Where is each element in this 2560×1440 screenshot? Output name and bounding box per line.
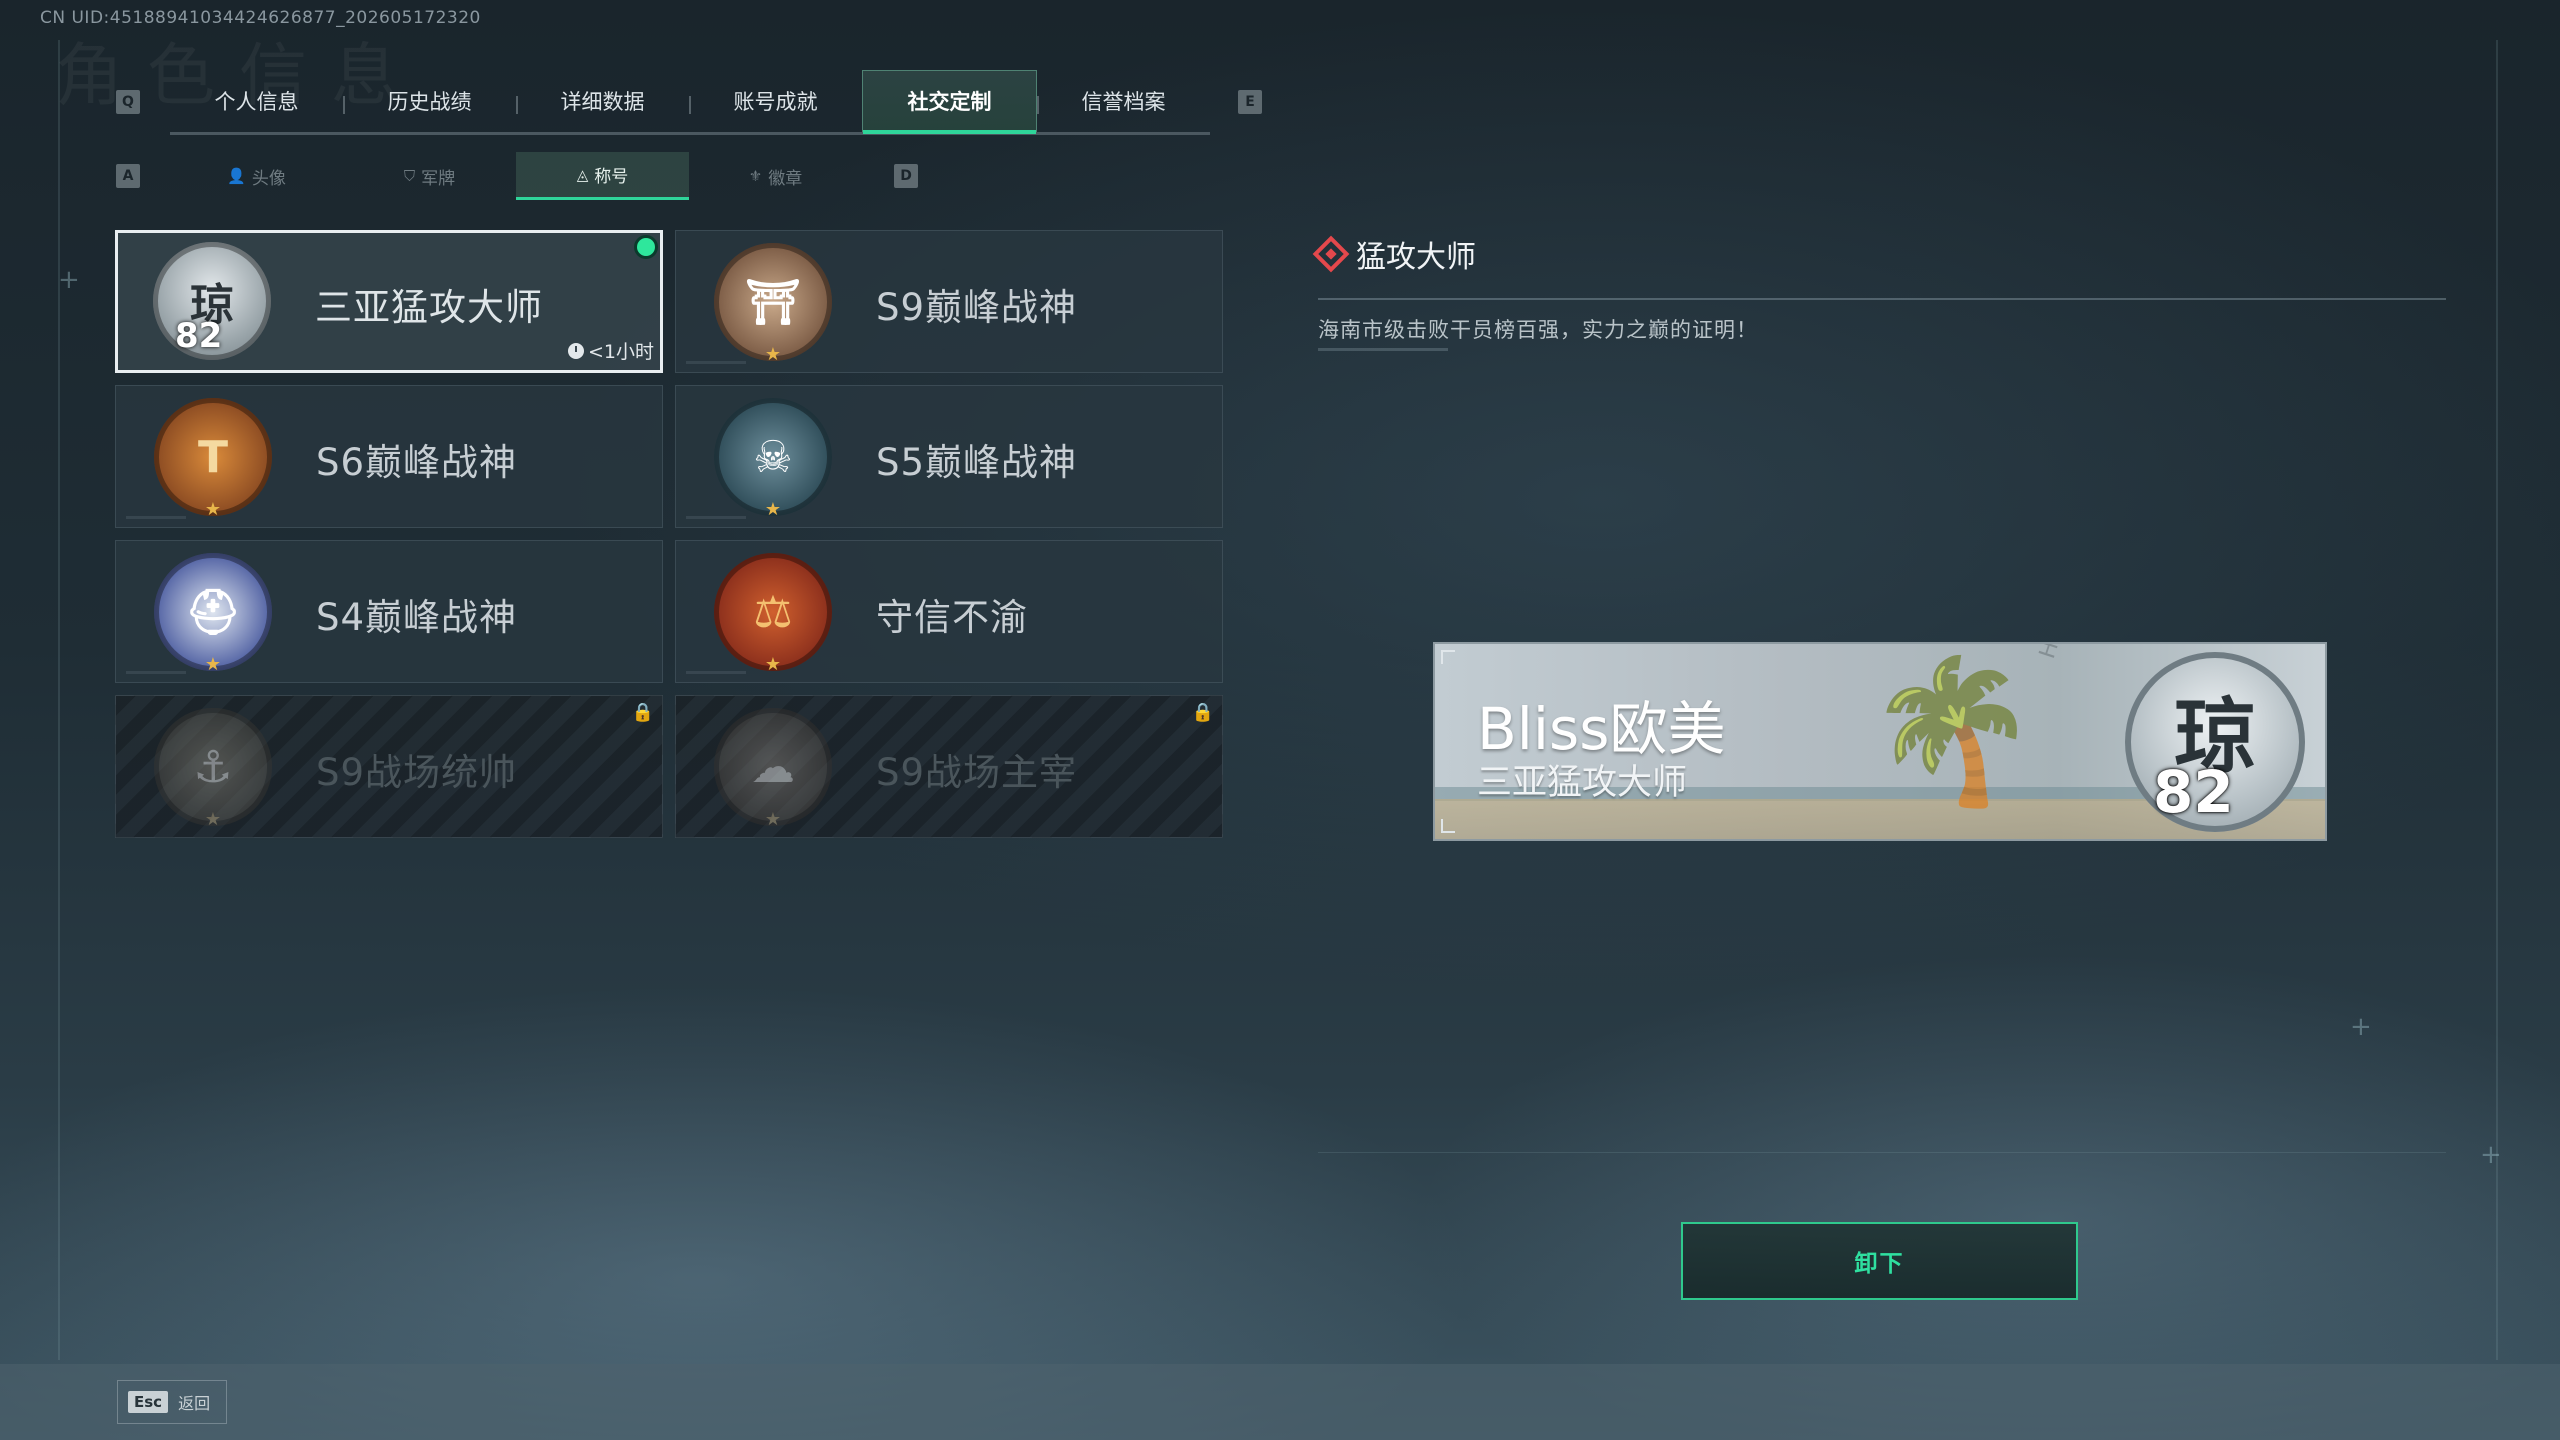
battleship-emblem-icon: ⚓ ★ <box>154 708 272 830</box>
divider <box>1318 298 2446 300</box>
subtab-badge[interactable]: ⚜ 徽章 <box>689 152 862 200</box>
title-card-s9-commander[interactable]: ⚓ ★ S9战场统帅 🔒 <box>115 695 663 838</box>
title-card-s5-peak[interactable]: ☠ ★ S5巅峰战神 <box>675 385 1223 528</box>
title-name: S4巅峰战神 <box>316 596 518 639</box>
hainan-emblem-icon: 琼 82 <box>2125 652 2305 832</box>
card-decoration <box>686 361 746 364</box>
plus-icon: + <box>2350 1012 2372 1042</box>
helmet-emblem-icon: ⛑ ★ <box>154 553 272 675</box>
title-name: S6巅峰战神 <box>316 441 518 484</box>
subtab-avatar[interactable]: 👤 头像 <box>170 152 343 200</box>
card-decoration <box>126 516 186 519</box>
detail-heading: 猛攻大师 <box>1312 232 1476 276</box>
emblem-char: ⛑ <box>185 587 241 638</box>
lock-icon: 🔒 <box>631 702 654 723</box>
main-tabs: 个人信息 历史战绩 详细数据 账号成就 社交定制 信誉档案 <box>170 70 1210 135</box>
gate-emblem-icon: ⛩ ★ <box>714 243 832 365</box>
player-title: 三亚猛攻大师 <box>1477 763 1688 803</box>
key-hint-e[interactable]: E <box>1238 90 1262 114</box>
unequip-button[interactable]: 卸下 <box>1681 1222 2078 1300</box>
card-decoration <box>686 516 746 519</box>
scales-emblem-icon: ⚖ ★ <box>714 553 832 675</box>
hainan-emblem-icon: 琼 82 <box>153 242 271 360</box>
title-name: S5巅峰战神 <box>876 441 1078 484</box>
tab-achievements[interactable]: 账号成就 <box>689 70 862 132</box>
title-name: 三亚猛攻大师 <box>315 286 543 329</box>
shield-t-emblem-icon: T ★ <box>154 398 272 520</box>
corner-bracket <box>1441 650 1455 664</box>
star-icon: ★ <box>764 344 782 365</box>
back-button[interactable]: Esc 返回 <box>117 1380 227 1424</box>
subtab-dogtag[interactable]: ⛉ 军牌 <box>343 152 516 200</box>
tab-reputation[interactable]: 信誉档案 <box>1037 70 1210 132</box>
subtab-label: 头像 <box>251 168 286 189</box>
tab-match-history[interactable]: 历史战绩 <box>343 70 516 132</box>
sub-tabs: 👤 头像 ⛉ 军牌 ◬ 称号 ⚜ 徽章 <box>170 152 862 200</box>
bottom-bar <box>0 1364 2560 1440</box>
frame-line <box>1318 1152 2446 1153</box>
title-card-s6-peak[interactable]: T ★ S6巅峰战神 <box>115 385 663 528</box>
star-icon: ★ <box>764 499 782 520</box>
equipped-indicator <box>637 238 655 256</box>
star-icon: ★ <box>764 809 782 830</box>
subtab-label: 军牌 <box>421 168 456 189</box>
card-decoration <box>686 671 746 674</box>
skull-emblem-icon: ☠ ★ <box>714 398 832 520</box>
emblem-char: ⚓ <box>193 741 233 793</box>
tab-social-customization[interactable]: 社交定制 <box>862 70 1037 134</box>
plus-icon: + <box>2480 1140 2502 1170</box>
title-name: S9巅峰战神 <box>876 286 1078 329</box>
badge-icon: ⚜ <box>748 167 763 185</box>
emblem-char: ☠ <box>753 431 793 483</box>
emblem-char: T <box>197 431 228 483</box>
title-preview-banner: 🌴 HAINAN HA Bliss欧美 三亚猛攻大师 琼 82 <box>1433 642 2327 841</box>
title-card-s9-peak[interactable]: ⛩ ★ S9巅峰战神 <box>675 230 1223 373</box>
title-card-s9-dominator[interactable]: ☁ ★ S9战场主宰 🔒 <box>675 695 1223 838</box>
plus-icon: + <box>58 265 80 295</box>
tab-personal-info[interactable]: 个人信息 <box>170 70 343 132</box>
emblem-number: 82 <box>175 316 223 356</box>
person-icon: 👤 <box>227 167 246 185</box>
dogtag-icon: ⛉ <box>403 167 416 185</box>
detail-decoration <box>1318 348 1448 351</box>
title-card-keep-faith[interactable]: ⚖ ★ 守信不渝 <box>675 540 1223 683</box>
emblem-char: ☁ <box>751 741 795 793</box>
title-card-s4-peak[interactable]: ⛑ ★ S4巅峰战神 <box>115 540 663 683</box>
emblem-char: ⚖ <box>753 586 793 638</box>
key-hint-a[interactable]: A <box>116 164 140 188</box>
detail-title: 猛攻大师 <box>1356 240 1476 275</box>
title-name: S9战场统帅 <box>316 751 518 794</box>
palm-tree-icon: 🌴 <box>1865 650 2040 813</box>
title-icon: ◬ <box>576 165 589 184</box>
star-icon: ★ <box>204 654 222 675</box>
time-label: <1小时 <box>587 341 654 363</box>
star-icon: ★ <box>204 499 222 520</box>
title-card-sanya-master[interactable]: 琼 82 三亚猛攻大师 <1小时 <box>115 230 663 373</box>
detail-description: 海南市级击败干员榜百强，实力之巅的证明！ <box>1318 318 1758 342</box>
emblem-char: ⛩ <box>745 277 801 328</box>
time-remaining: <1小时 <box>567 337 654 364</box>
diamond-icon <box>1312 235 1350 273</box>
corner-bracket <box>1441 819 1455 833</box>
star-icon: ★ <box>764 654 782 675</box>
vertical-text: HAINAN HA <box>2035 644 2114 662</box>
back-label: 返回 <box>178 1394 211 1413</box>
clock-icon <box>567 342 584 359</box>
subtab-label: 称号 <box>594 167 629 187</box>
subtab-label: 徽章 <box>768 168 803 189</box>
subtab-title[interactable]: ◬ 称号 <box>516 152 689 200</box>
frame-line <box>58 40 60 1360</box>
esc-key: Esc <box>128 1391 169 1413</box>
card-decoration <box>126 671 186 674</box>
emblem-number: 82 <box>2153 758 2234 826</box>
lock-icon: 🔒 <box>1191 702 1214 723</box>
title-name: S9战场主宰 <box>876 751 1078 794</box>
title-name: 守信不渝 <box>876 596 1028 639</box>
tab-detailed-stats[interactable]: 详细数据 <box>516 70 689 132</box>
key-hint-d[interactable]: D <box>894 164 918 188</box>
key-hint-q[interactable]: Q <box>116 90 140 114</box>
mushroom-cloud-emblem-icon: ☁ ★ <box>714 708 832 830</box>
star-icon: ★ <box>204 809 222 830</box>
